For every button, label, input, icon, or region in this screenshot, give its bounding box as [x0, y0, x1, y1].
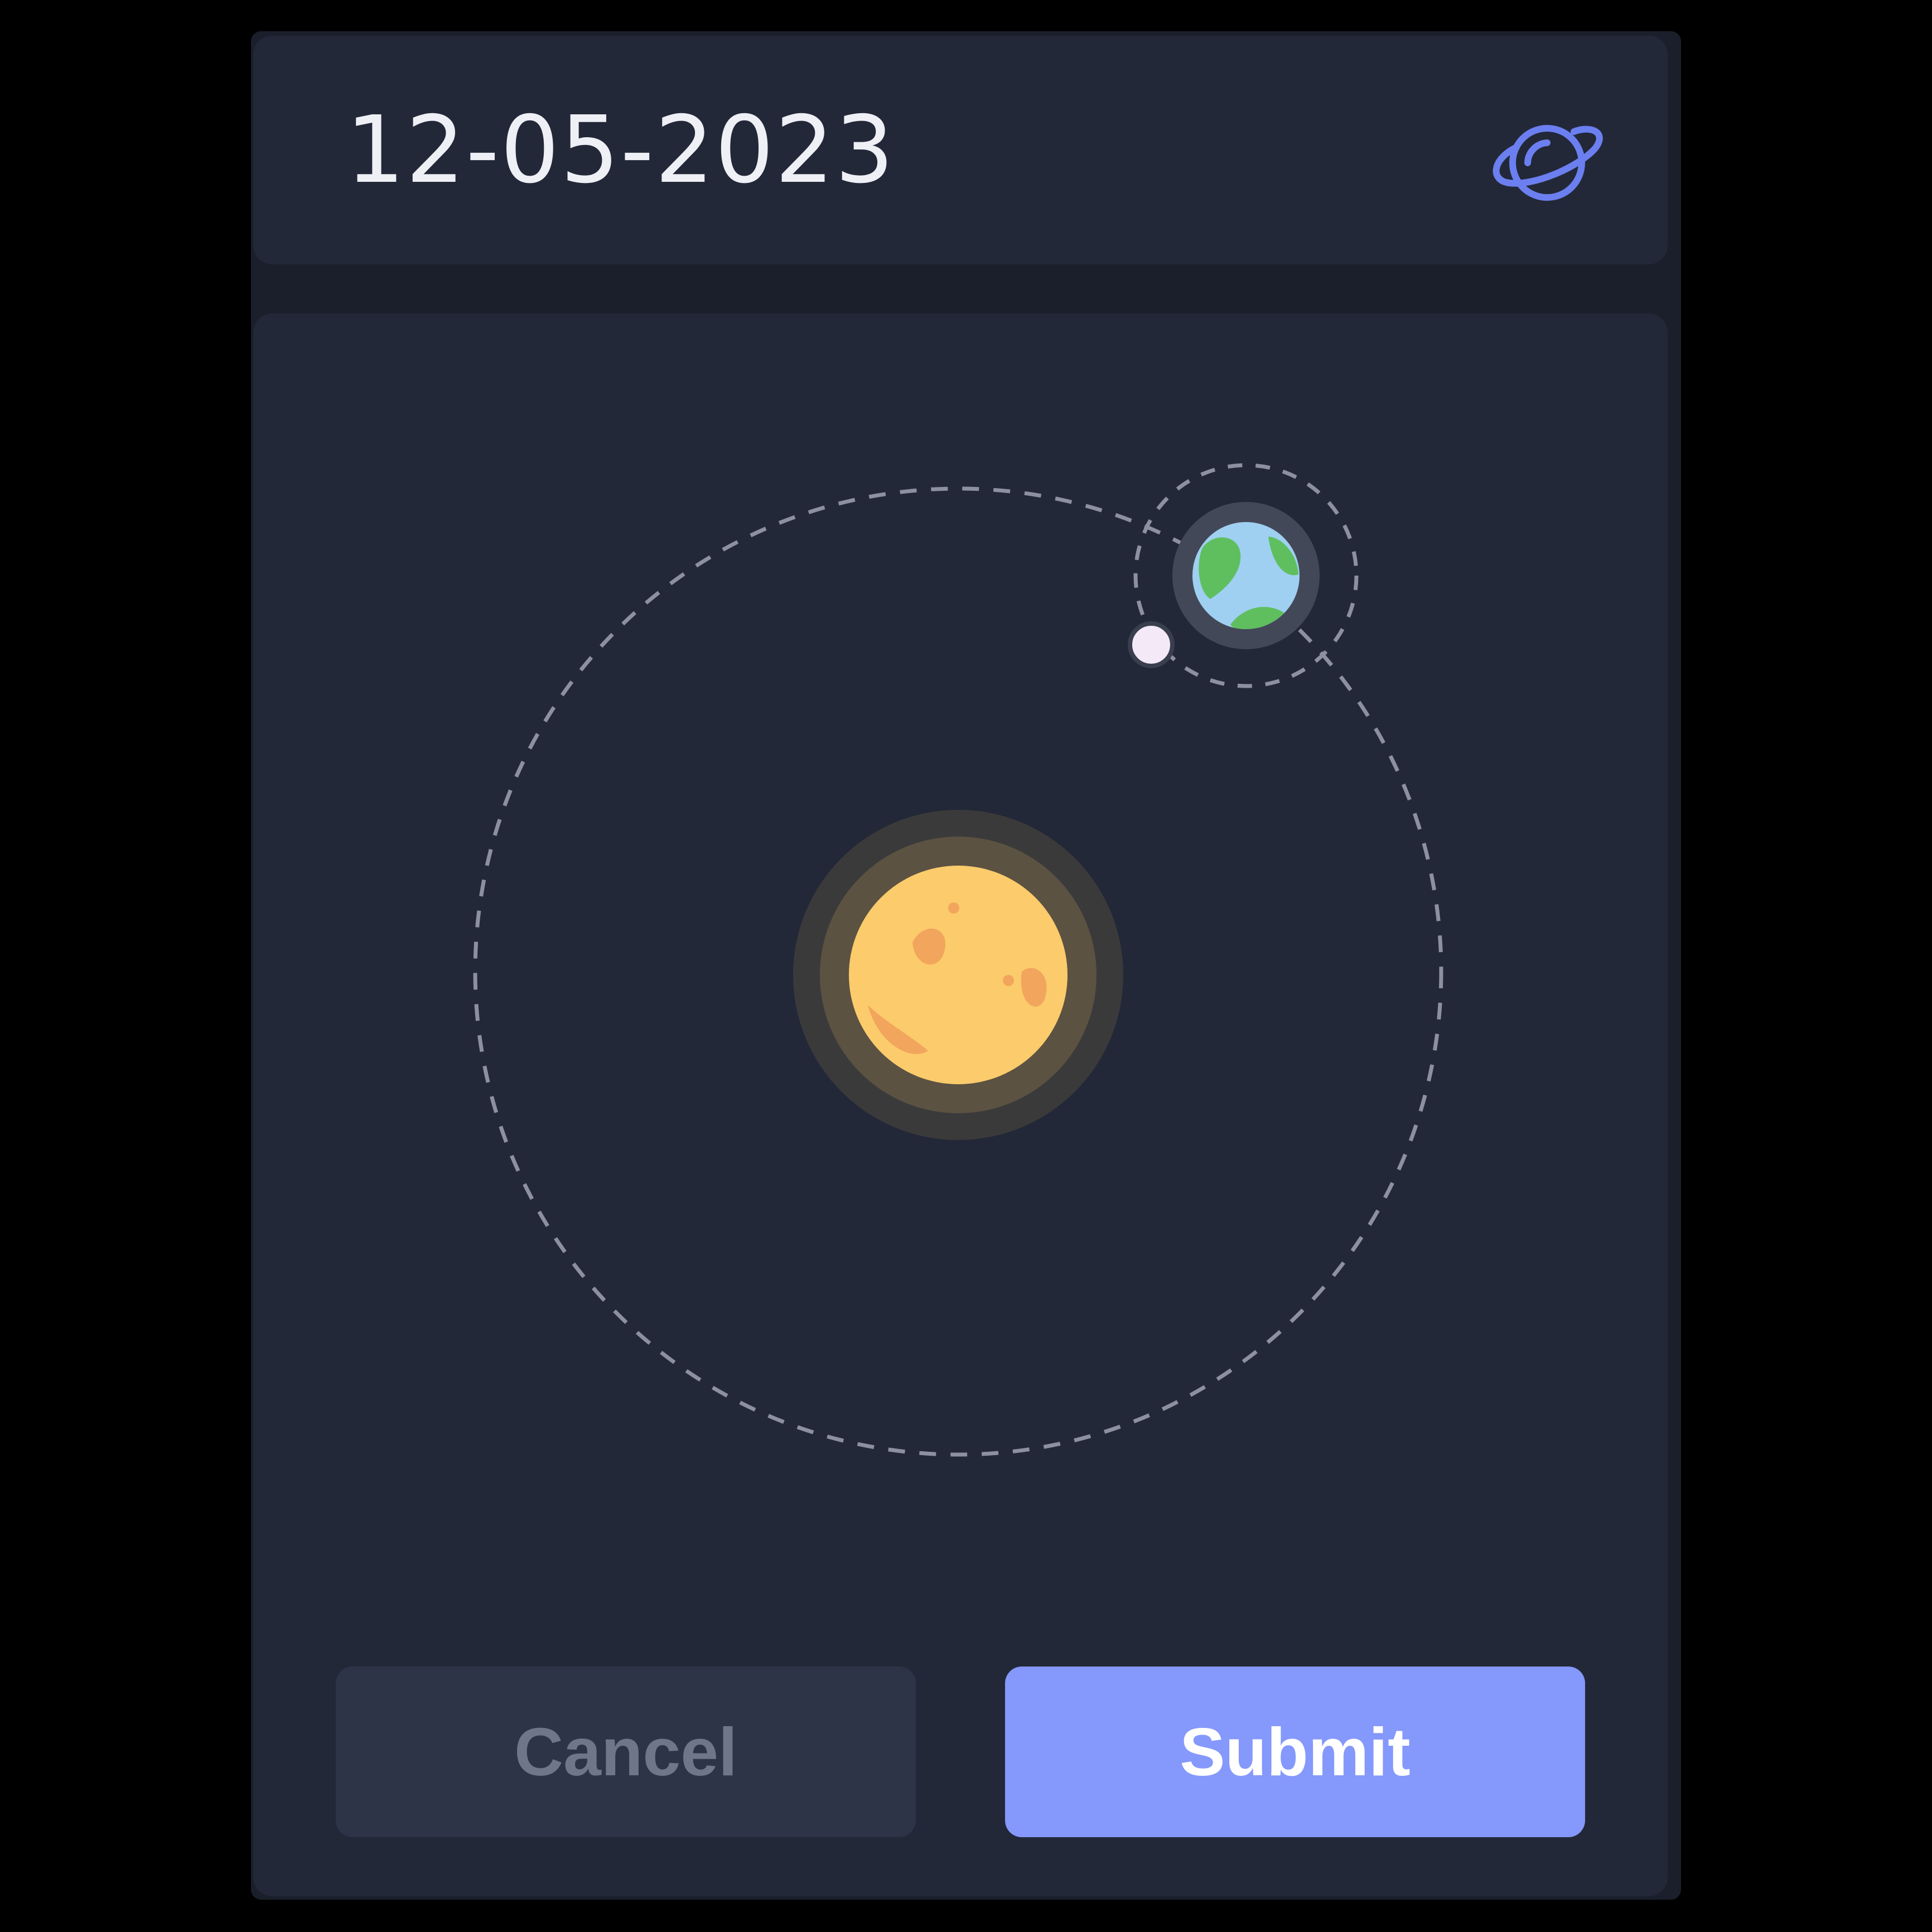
solar-date-dialog: 12-05-2023 Cancel Submit — [251, 31, 1681, 1900]
orbit-scene — [473, 463, 1443, 1457]
date-header: 12-05-2023 — [253, 36, 1668, 264]
sun-icon — [793, 810, 1123, 1140]
planet-icon[interactable] — [1486, 102, 1609, 224]
earth-icon[interactable] — [1172, 502, 1320, 649]
moon-icon — [1128, 621, 1175, 668]
orbit-panel: Cancel Submit — [253, 313, 1668, 1896]
cancel-button[interactable]: Cancel — [336, 1667, 916, 1837]
selected-date: 12-05-2023 — [346, 96, 895, 204]
submit-button[interactable]: Submit — [1005, 1667, 1585, 1837]
